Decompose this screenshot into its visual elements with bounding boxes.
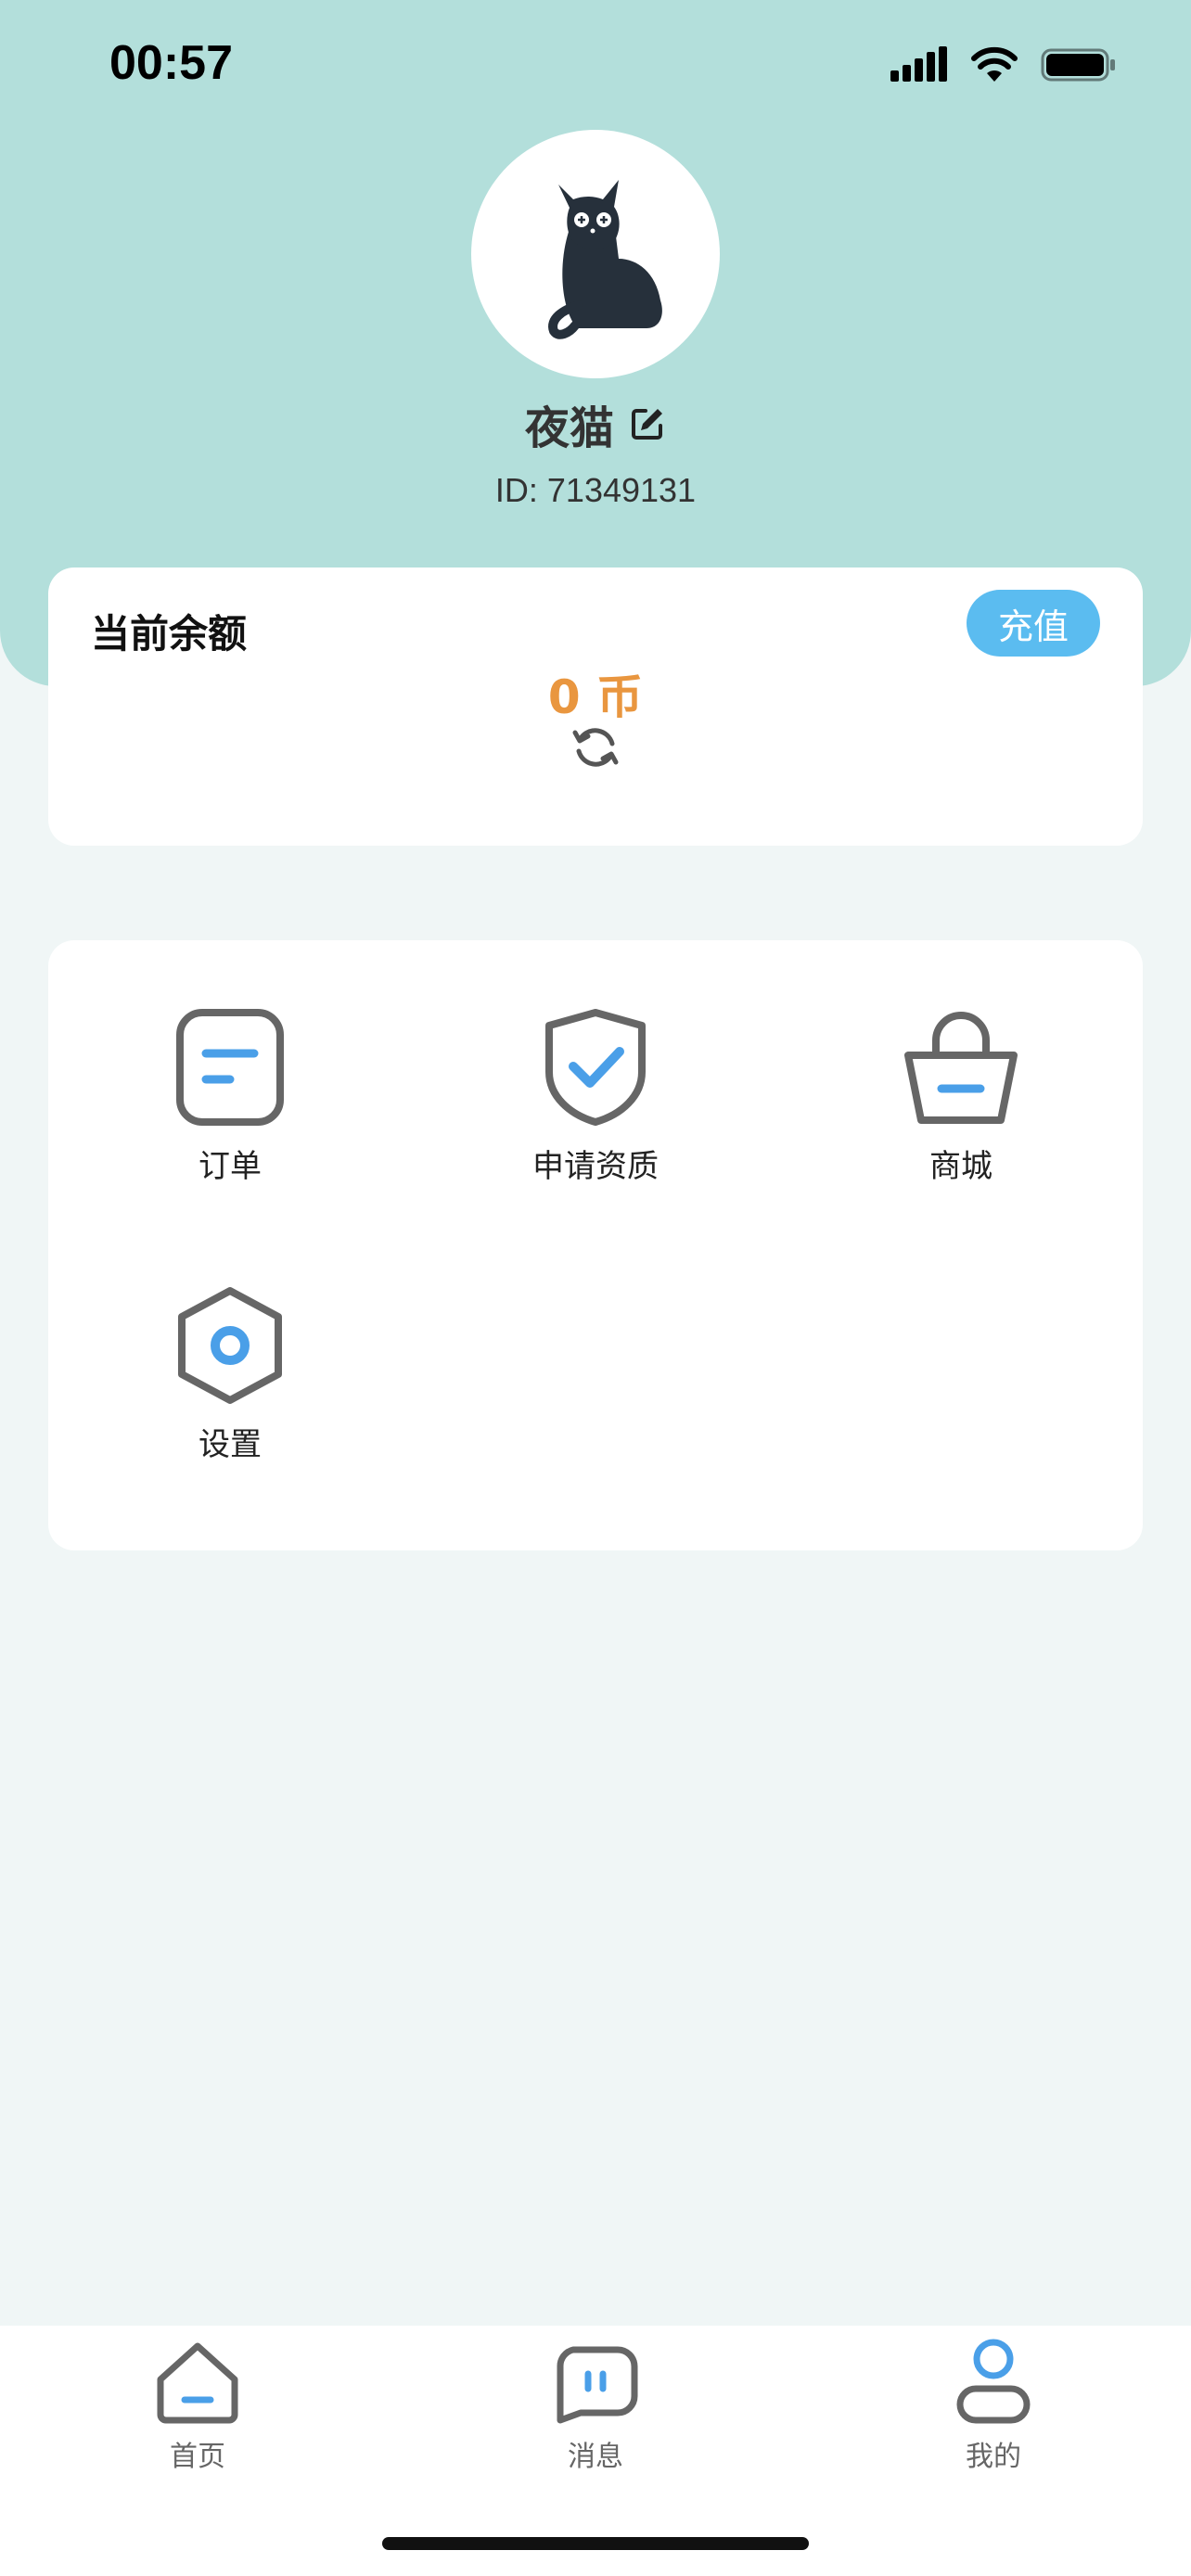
shield-check-icon — [545, 1009, 646, 1126]
nav-item-messages[interactable]: 消息 — [503, 2337, 688, 2474]
balance-amount: 0 币 — [547, 670, 644, 724]
edit-icon[interactable] — [629, 405, 666, 442]
menu-item-orders[interactable]: 订单 — [109, 1007, 351, 1186]
nav-label: 我的 — [966, 2441, 1021, 2473]
menu-item-label: 申请资质 — [532, 1148, 659, 1185]
home-icon — [157, 2342, 238, 2424]
nav-label: 消息 — [568, 2441, 623, 2473]
status-icons — [890, 46, 1117, 83]
menu-item-label: 商城 — [929, 1148, 992, 1185]
profile-name-row: 夜猫 — [0, 391, 1191, 456]
battery-icon — [1041, 48, 1115, 82]
menu-item-mall[interactable]: 商城 — [840, 1007, 1082, 1186]
refresh-icon[interactable] — [571, 723, 620, 772]
cellular-signal-icon — [890, 46, 947, 82]
home-indicator — [382, 2537, 809, 2550]
menu-item-label: 订单 — [198, 1148, 262, 1185]
order-icon — [176, 1009, 284, 1126]
menu-item-apply-qualification[interactable]: 申请资质 — [475, 1007, 716, 1186]
settings-hexagon-icon — [178, 1287, 282, 1404]
nav-item-profile[interactable]: 我的 — [901, 2337, 1086, 2474]
profile-icon — [956, 2339, 1031, 2424]
balance-card: 当前余额 充值 0 币 — [48, 567, 1143, 846]
wifi-icon — [971, 46, 1018, 82]
menu-card: 订单 申请资质 商城 设置 — [48, 940, 1143, 1550]
status-bar: 00:57 — [0, 0, 1191, 139]
profile-page: 00:57 夜猫 ID: 71349131 当前余额 充值 0 币 订单 申请资… — [0, 0, 1191, 2576]
status-time: 00:57 — [109, 36, 233, 90]
menu-item-label: 设置 — [198, 1426, 262, 1463]
balance-title: 当前余额 — [91, 611, 248, 657]
nav-item-home[interactable]: 首页 — [105, 2337, 290, 2474]
recharge-button[interactable]: 充值 — [967, 590, 1100, 657]
profile-name: 夜猫 — [524, 402, 614, 454]
shopping-bag-icon — [904, 1012, 1018, 1124]
cat-avatar-icon — [548, 180, 662, 339]
message-icon — [557, 2346, 638, 2424]
menu-item-settings[interactable]: 设置 — [109, 1285, 351, 1464]
nav-label: 首页 — [170, 2441, 225, 2473]
profile-id: ID: 71349131 — [494, 471, 697, 509]
avatar[interactable] — [471, 130, 720, 378]
